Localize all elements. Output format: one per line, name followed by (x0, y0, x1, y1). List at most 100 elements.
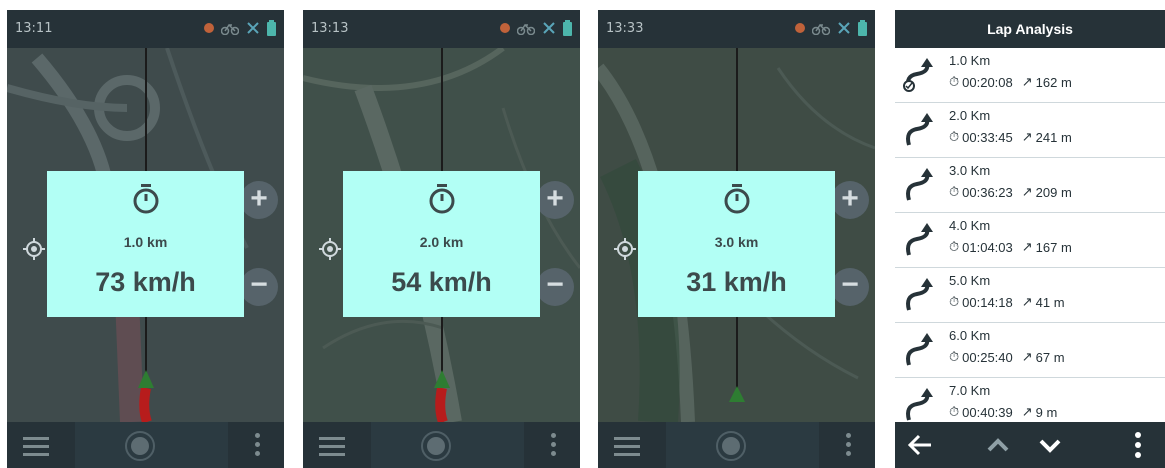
battery-icon (858, 20, 867, 36)
bike-icon (517, 23, 535, 35)
back-arrow-icon[interactable] (905, 430, 935, 460)
screen-3: 13:33 + − 3.0 km 31 km/h (598, 10, 875, 468)
lap-route-icon (906, 388, 933, 421)
stopwatch-icon: ⏱ (949, 404, 960, 419)
zoom-out-button[interactable]: − (240, 268, 278, 306)
menu-icon[interactable] (614, 437, 640, 461)
lap-time: 00:14:18 (962, 294, 1013, 310)
no-sensor-icon (838, 22, 850, 34)
stopwatch-icon: ⏱ (949, 129, 960, 144)
lap-route-icon (903, 58, 933, 92)
menu-icon[interactable] (23, 437, 49, 461)
status-bar: 13:13 (303, 10, 580, 48)
more-icon[interactable] (255, 433, 260, 460)
more-icon[interactable] (1133, 430, 1143, 460)
locate-icon[interactable] (317, 236, 343, 262)
bike-icon (221, 23, 239, 35)
lap-ascent: 67 m (1035, 349, 1065, 365)
stopwatch-icon (724, 184, 750, 214)
scroll-up-icon[interactable] (983, 430, 1013, 460)
zoom-in-button[interactable]: + (240, 181, 278, 219)
screen-2: 13:13 + − 2.0 km 54 km/h (303, 10, 580, 468)
lap-time: 00:33:45 (962, 129, 1013, 145)
lap-alert-panel: 1.0 km 73 km/h (47, 171, 244, 317)
lap-distance: 4.0 Km (949, 218, 991, 233)
menu-icon[interactable] (319, 437, 345, 461)
lap-row[interactable]: 3.0 Km ⏱ 00:36:23 ↗ 209 m (895, 158, 1165, 213)
lap-time: 00:36:23 (962, 184, 1013, 200)
lap-distance: 1.0 km (123, 234, 168, 250)
lap-row[interactable]: 1.0 Km ⏱ 00:20:08 ↗ 162 m (895, 48, 1165, 103)
stopwatch-icon: ⏱ (949, 294, 960, 309)
battery-icon (563, 20, 572, 36)
lap-route-icon (906, 168, 933, 201)
lap-row[interactable]: 4.0 Km ⏱ 01:04:03 ↗ 167 m (895, 213, 1165, 268)
stopwatch-icon (429, 184, 455, 214)
zoom-in-button[interactable]: + (536, 181, 574, 219)
lap-ascent: 209 m (1035, 184, 1072, 200)
stopwatch-icon: ⏱ (949, 74, 960, 89)
lap-ascent: 162 m (1035, 74, 1072, 90)
bottom-bar (303, 422, 580, 468)
lap-distance: 3.0 Km (949, 163, 991, 178)
lap-bottom-bar (895, 422, 1165, 468)
no-sensor-icon (543, 22, 555, 34)
stopwatch-icon: ⏱ (949, 184, 960, 199)
scroll-down-icon[interactable] (1035, 430, 1065, 460)
clock: 13:11 (15, 21, 53, 36)
lap-list[interactable]: 1.0 Km ⏱ 00:20:08 ↗ 162 m 2.0 Km ⏱ 00:33:45 ↗… (895, 48, 1165, 422)
lap-row[interactable]: 7.0 Km ⏱ 00:40:39 ↗ 9 m (895, 378, 1165, 422)
lap-speed: 31 km/h (686, 267, 787, 297)
record-icon[interactable] (421, 431, 451, 461)
lap-row[interactable]: 2.0 Km ⏱ 00:33:45 ↗ 241 m (895, 103, 1165, 158)
locate-icon[interactable] (612, 236, 638, 262)
ascent-icon: ↗ (1021, 74, 1033, 89)
ascent-icon: ↗ (1021, 294, 1033, 309)
gps-dot-icon (795, 23, 805, 33)
lap-alert-panel: 2.0 km 54 km/h (343, 171, 540, 317)
lap-distance: 6.0 Km (949, 328, 991, 343)
stopwatch-icon: ⏱ (949, 239, 960, 254)
lap-time: 00:40:39 (962, 404, 1013, 420)
ascent-icon: ↗ (1021, 184, 1033, 199)
lap-route-icon (906, 223, 933, 256)
more-icon[interactable] (551, 433, 556, 460)
more-icon[interactable] (846, 433, 851, 460)
lap-time: 01:04:03 (962, 239, 1013, 255)
status-bar: 13:11 (7, 10, 284, 48)
clock: 13:33 (606, 21, 644, 36)
record-icon[interactable] (716, 431, 746, 461)
lap-time: 00:20:08 (962, 74, 1013, 90)
lap-distance: 1.0 Km (949, 53, 991, 68)
gps-dot-icon (500, 23, 510, 33)
lap-row[interactable]: 6.0 Km ⏱ 00:25:40 ↗ 67 m (895, 323, 1165, 378)
lap-ascent: 9 m (1035, 404, 1058, 420)
zoom-out-button[interactable]: − (536, 268, 574, 306)
ascent-icon: ↗ (1021, 349, 1033, 364)
lap-distance: 7.0 Km (949, 383, 991, 398)
lap-ascent: 241 m (1035, 129, 1072, 145)
status-bar: 13:33 (598, 10, 875, 48)
stopwatch-icon (133, 184, 159, 214)
lap-analysis-screen: Lap Analysis 1.0 Km ⏱ 00:20:08 ↗ 162 m 2.0 … (895, 10, 1165, 468)
bike-icon (812, 23, 830, 35)
lap-route-icon (906, 278, 933, 311)
lap-time: 00:25:40 (962, 349, 1013, 365)
ascent-icon: ↗ (1021, 404, 1033, 419)
no-sensor-icon (247, 22, 259, 34)
locate-icon[interactable] (21, 236, 47, 262)
ascent-icon: ↗ (1021, 239, 1033, 254)
screen-1: 13:11 + − 1.0 km 73 km/h (7, 10, 284, 468)
stopwatch-icon: ⏱ (949, 349, 960, 364)
lap-ascent: 41 m (1035, 294, 1065, 310)
clock: 13:13 (311, 21, 349, 36)
zoom-out-button[interactable]: − (831, 268, 869, 306)
lap-distance: 2.0 km (419, 234, 464, 250)
lap-route-icon (906, 113, 933, 146)
ascent-icon: ↗ (1021, 129, 1033, 144)
battery-icon (267, 20, 276, 36)
lap-alert-panel: 3.0 km 31 km/h (638, 171, 835, 317)
record-icon[interactable] (125, 431, 155, 461)
lap-row[interactable]: 5.0 Km ⏱ 00:14:18 ↗ 41 m (895, 268, 1165, 323)
zoom-in-button[interactable]: + (831, 181, 869, 219)
